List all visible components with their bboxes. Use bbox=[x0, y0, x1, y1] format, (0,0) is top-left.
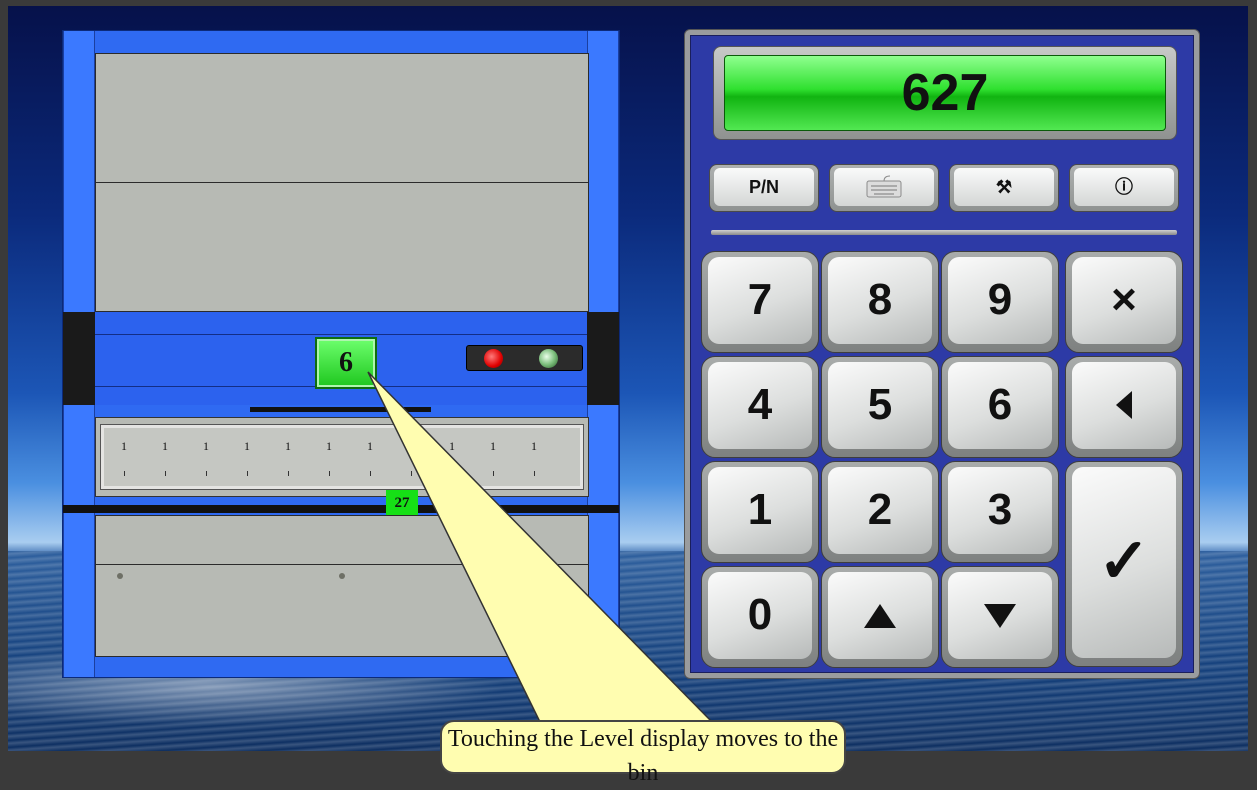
key-4-label: 4 bbox=[708, 362, 812, 449]
arrow-down-icon bbox=[984, 604, 1016, 628]
tray-tick-label: 1 bbox=[326, 439, 332, 453]
info-icon: ⓘ bbox=[1074, 168, 1174, 206]
tray-tick-mark bbox=[288, 471, 289, 476]
tray-tick-label: 1 bbox=[285, 439, 291, 453]
info-button[interactable]: ⓘ bbox=[1069, 164, 1179, 212]
key-8[interactable]: 8 bbox=[821, 251, 939, 353]
arrow-up-icon bbox=[864, 604, 896, 628]
callout-text: Touching the Level display moves to the … bbox=[447, 726, 839, 786]
up-button[interactable] bbox=[821, 566, 939, 668]
key-9[interactable]: 9 bbox=[941, 251, 1059, 353]
keypad-inner: 627 P/N ⚒ ⓘ 7 8 9 × 4 5 6 1 2 3 ✓ 0 bbox=[690, 35, 1194, 673]
key-6-label: 6 bbox=[948, 362, 1052, 449]
tray-tick-mark bbox=[493, 471, 494, 476]
down-face bbox=[948, 572, 1052, 659]
storage-cabinet: 6 1 1 1 1 1 1 1 1 1 1 1 27 bbox=[62, 30, 620, 678]
backspace-face bbox=[1072, 362, 1176, 449]
key-9-label: 9 bbox=[948, 257, 1052, 344]
key-7-label: 7 bbox=[708, 257, 812, 344]
position-label: 27 bbox=[386, 490, 418, 516]
tray-tick-mark bbox=[247, 471, 248, 476]
key-1[interactable]: 1 bbox=[701, 461, 819, 563]
key-3-label: 3 bbox=[948, 467, 1052, 554]
key-8-label: 8 bbox=[828, 257, 932, 344]
keyboard-button-face bbox=[834, 168, 934, 206]
tray-tick-label: 1 bbox=[121, 439, 127, 453]
tray-tick-mark bbox=[124, 471, 125, 476]
green-light-icon[interactable] bbox=[539, 349, 558, 368]
key-0[interactable]: 0 bbox=[701, 566, 819, 668]
tray-inner: 1 1 1 1 1 1 1 1 1 1 1 bbox=[100, 424, 584, 490]
key-7[interactable]: 7 bbox=[701, 251, 819, 353]
band-line-top bbox=[95, 334, 587, 335]
key-3[interactable]: 3 bbox=[941, 461, 1059, 563]
band-block-left bbox=[63, 312, 95, 405]
keypad-panel: 627 P/N ⚒ ⓘ 7 8 9 × 4 5 6 1 2 3 ✓ 0 bbox=[684, 29, 1200, 679]
tray-tick-mark bbox=[411, 471, 412, 476]
tray-tick-mark bbox=[534, 471, 535, 476]
back-arrow-icon bbox=[1116, 391, 1132, 419]
value-display: 627 bbox=[713, 46, 1177, 140]
tray-tick-mark bbox=[165, 471, 166, 476]
up-face bbox=[828, 572, 932, 659]
cabinet-panel-bottom bbox=[95, 564, 589, 657]
key-1-label: 1 bbox=[708, 467, 812, 554]
cabinet-panel-lower bbox=[95, 515, 589, 565]
display-screen: 627 bbox=[724, 55, 1166, 131]
screw-icon bbox=[339, 573, 345, 579]
key-5-label: 5 bbox=[828, 362, 932, 449]
tray-tick-mark bbox=[452, 471, 453, 476]
tray-tick-label: 1 bbox=[367, 439, 373, 453]
callout-tooltip: Touching the Level display moves to the … bbox=[440, 720, 846, 786]
tray-tick-label: 1 bbox=[408, 439, 414, 453]
tray-tick-mark bbox=[206, 471, 207, 476]
level-display-button[interactable]: 6 bbox=[315, 337, 377, 389]
checkmark-icon: ✓ bbox=[1072, 467, 1176, 658]
clear-button[interactable]: × bbox=[1065, 251, 1183, 353]
tray-tick-label: 1 bbox=[449, 439, 455, 453]
keyboard-icon bbox=[866, 175, 902, 198]
screw-icon bbox=[117, 573, 123, 579]
pn-button-label: P/N bbox=[714, 168, 814, 206]
tray-tick-label: 1 bbox=[203, 439, 209, 453]
status-lights bbox=[466, 345, 583, 371]
keyboard-button[interactable] bbox=[829, 164, 939, 212]
screw-icon bbox=[562, 573, 568, 579]
tray-floor-bar bbox=[63, 505, 619, 513]
enter-button[interactable]: ✓ bbox=[1065, 461, 1183, 667]
red-light-icon[interactable] bbox=[484, 349, 503, 368]
band-block-right bbox=[587, 312, 619, 405]
key-2-label: 2 bbox=[828, 467, 932, 554]
key-4[interactable]: 4 bbox=[701, 356, 819, 458]
pn-button[interactable]: P/N bbox=[709, 164, 819, 212]
tools-button[interactable]: ⚒ bbox=[949, 164, 1059, 212]
backspace-button[interactable] bbox=[1065, 356, 1183, 458]
cabinet-panel-top bbox=[95, 53, 589, 183]
keypad-separator bbox=[711, 230, 1177, 235]
tray-tick-mark bbox=[370, 471, 371, 476]
key-0-label: 0 bbox=[708, 572, 812, 659]
tray-handle bbox=[250, 407, 431, 412]
key-6[interactable]: 6 bbox=[941, 356, 1059, 458]
key-5[interactable]: 5 bbox=[821, 356, 939, 458]
tray-tick-label: 1 bbox=[162, 439, 168, 453]
tray-tick-label: 1 bbox=[531, 439, 537, 453]
tray-tick-mark bbox=[329, 471, 330, 476]
key-2[interactable]: 2 bbox=[821, 461, 939, 563]
tools-icon: ⚒ bbox=[954, 168, 1054, 206]
cabinet-panel-upper bbox=[95, 182, 589, 312]
tray-tick-label: 1 bbox=[490, 439, 496, 453]
down-button[interactable] bbox=[941, 566, 1059, 668]
tray-tick-label: 1 bbox=[244, 439, 250, 453]
tray: 1 1 1 1 1 1 1 1 1 1 1 bbox=[95, 417, 589, 497]
close-icon: × bbox=[1072, 257, 1176, 344]
